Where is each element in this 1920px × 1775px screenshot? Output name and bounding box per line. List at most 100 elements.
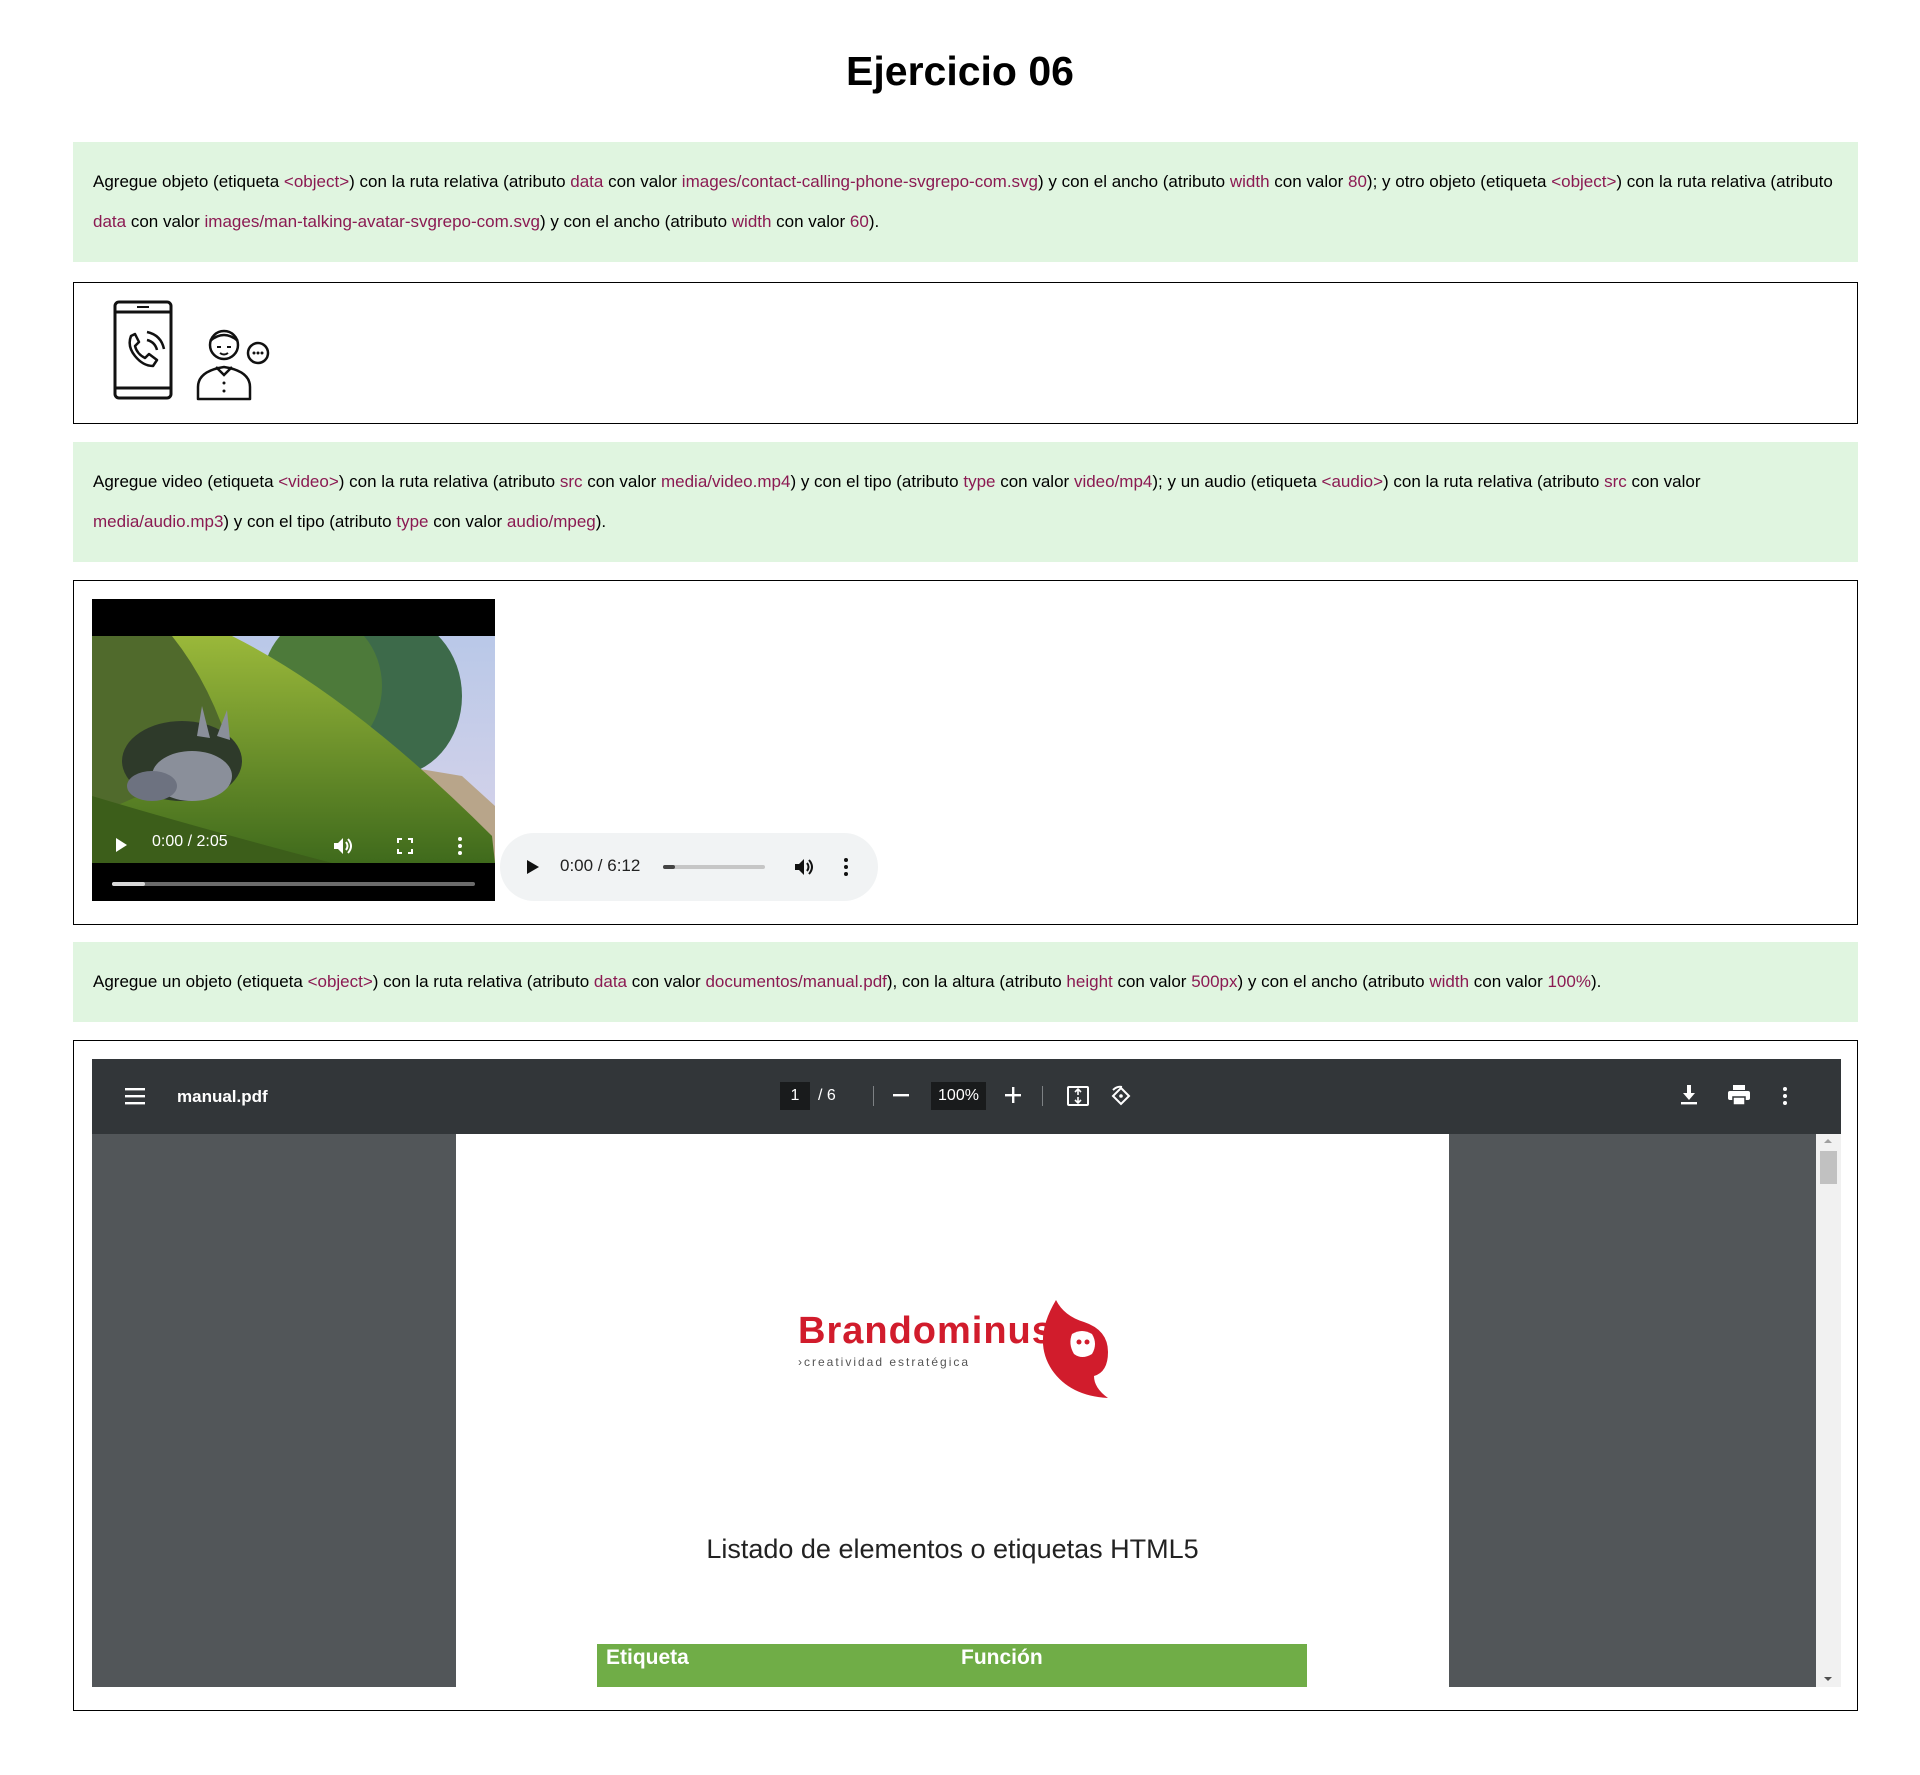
note-text: con valor bbox=[1626, 472, 1701, 491]
toolbar-divider bbox=[873, 1086, 874, 1106]
note-keyword: height bbox=[1066, 972, 1113, 991]
pdf-demo-box: manual.pdf 1 / 6 100% Brandominus ›creat… bbox=[73, 1040, 1858, 1711]
note-text: ) y con el ancho (atributo bbox=[1038, 172, 1230, 191]
note-keyword: media/audio.mp3 bbox=[93, 512, 224, 531]
note-text: ) y con el tipo (atributo bbox=[223, 512, 397, 531]
more-options-icon[interactable] bbox=[1782, 1086, 1788, 1106]
brand-logo-tagline: ›creatividad estratégica bbox=[798, 1355, 971, 1369]
note-text: con valor bbox=[582, 472, 661, 491]
zoom-out-icon[interactable] bbox=[893, 1094, 909, 1098]
pdf-toolbar: manual.pdf 1 / 6 100% bbox=[92, 1059, 1841, 1134]
instruction-note-media: Agregue video (etiqueta <video>) con la … bbox=[73, 442, 1858, 562]
zoom-in-icon[interactable] bbox=[1005, 1087, 1021, 1103]
play-icon[interactable] bbox=[114, 837, 128, 853]
video-progress-fill bbox=[112, 882, 145, 886]
audio-player[interactable]: 0:00 / 6:12 bbox=[500, 833, 878, 901]
note-text: ), con la altura (atributo bbox=[886, 972, 1067, 991]
note-keyword: width bbox=[1429, 972, 1470, 991]
note-keyword: 80 bbox=[1347, 172, 1367, 191]
note-text: ) con la ruta relativa (atributo bbox=[1383, 472, 1605, 491]
volume-icon[interactable] bbox=[793, 857, 815, 877]
note-keyword: 100% bbox=[1547, 972, 1591, 991]
instruction-note-pdf: Agregue un objeto (etiqueta <object>) co… bbox=[73, 942, 1858, 1022]
audio-time: 0:00 / 6:12 bbox=[560, 856, 641, 875]
note-text: ) y con el ancho (atributo bbox=[539, 212, 732, 231]
note-keyword: <object> bbox=[1551, 172, 1617, 191]
note-keyword: images/man-talking-avatar-svgrepo-com.sv… bbox=[204, 212, 540, 231]
instruction-note-objects: Agregue objeto (etiqueta <object>) con l… bbox=[73, 142, 1858, 262]
pdf-scrollbar[interactable] bbox=[1816, 1134, 1841, 1687]
note-text: Agregue video (etiqueta bbox=[93, 472, 279, 491]
man-talking-avatar-icon bbox=[196, 329, 270, 401]
pdf-document-heading: Listado de elementos o etiquetas HTML5 bbox=[706, 1534, 1199, 1564]
gorilla-logo-icon bbox=[1042, 1300, 1108, 1398]
note-keyword: 500px bbox=[1191, 972, 1238, 991]
fullscreen-icon[interactable] bbox=[397, 838, 413, 854]
more-options-icon[interactable] bbox=[843, 857, 849, 877]
note-text: con valor bbox=[627, 972, 706, 991]
note-text: ). bbox=[1590, 972, 1602, 991]
print-icon[interactable] bbox=[1728, 1085, 1750, 1105]
note-keyword: images/contact-calling-phone-svgrepo-com… bbox=[681, 172, 1039, 191]
note-text: con valor bbox=[1469, 972, 1548, 991]
phone-call-icon bbox=[113, 300, 173, 400]
note-keyword: data bbox=[93, 212, 127, 231]
fit-page-icon[interactable] bbox=[1067, 1086, 1089, 1106]
note-keyword: <object> bbox=[283, 172, 350, 191]
note-text: ) con la ruta relativa (atributo bbox=[338, 472, 560, 491]
note-text: con valor bbox=[603, 172, 682, 191]
note-keyword: documentos/manual.pdf bbox=[705, 972, 887, 991]
objects-demo-box bbox=[73, 282, 1858, 424]
brand-logo-wordmark: Brandominus bbox=[798, 1310, 1054, 1352]
pdf-filename: manual.pdf bbox=[177, 1087, 268, 1106]
note-keyword: <video> bbox=[278, 472, 339, 491]
note-text: con valor bbox=[771, 212, 850, 231]
note-text: ). bbox=[868, 212, 880, 231]
note-text: Agregue objeto (etiqueta bbox=[93, 172, 284, 191]
video-progress-bar[interactable] bbox=[112, 882, 475, 886]
note-keyword: <object> bbox=[307, 972, 373, 991]
scroll-up-icon[interactable] bbox=[1823, 1137, 1833, 1145]
note-text: con valor bbox=[995, 472, 1074, 491]
note-keyword: audio/mpeg bbox=[506, 512, 596, 531]
note-keyword: src bbox=[559, 472, 583, 491]
table-header-cell: Función bbox=[961, 1646, 1043, 1669]
note-keyword: data bbox=[593, 972, 627, 991]
note-text: ) y con el tipo (atributo bbox=[790, 472, 964, 491]
more-options-icon[interactable] bbox=[457, 836, 463, 856]
pdf-viewer[interactable]: manual.pdf 1 / 6 100% Brandominus ›creat… bbox=[92, 1059, 1841, 1687]
menu-icon[interactable] bbox=[125, 1087, 145, 1105]
note-keyword: width bbox=[1229, 172, 1270, 191]
note-keyword: type bbox=[963, 472, 996, 491]
volume-icon[interactable] bbox=[332, 836, 354, 856]
pdf-scrollbar-thumb[interactable] bbox=[1820, 1151, 1837, 1184]
pdf-page: Brandominus ›creatividad estratégica Lis… bbox=[456, 1134, 1449, 1687]
note-text: ) con la ruta relativa (atributo bbox=[372, 972, 594, 991]
table-header-cell: Etiqueta bbox=[606, 1646, 689, 1669]
pdf-table-header: Etiqueta Función bbox=[597, 1644, 1307, 1687]
note-text: con valor bbox=[126, 212, 205, 231]
note-text: Agregue un objeto (etiqueta bbox=[93, 972, 308, 991]
video-time: 0:00 / 2:05 bbox=[152, 833, 228, 850]
audio-progress-bar[interactable] bbox=[663, 865, 765, 869]
page-title: Ejercicio 06 bbox=[846, 48, 1074, 94]
video-player[interactable]: 0:00 / 2:05 bbox=[92, 599, 495, 901]
note-keyword: media/video.mp4 bbox=[660, 472, 791, 491]
note-keyword: 60 bbox=[849, 212, 869, 231]
scroll-down-icon[interactable] bbox=[1823, 1675, 1833, 1683]
rotate-icon[interactable] bbox=[1110, 1085, 1132, 1107]
note-text: ) con la ruta relativa (atributo bbox=[1616, 172, 1833, 191]
note-text: con valor bbox=[428, 512, 507, 531]
note-keyword: data bbox=[570, 172, 604, 191]
note-keyword: width bbox=[731, 212, 772, 231]
media-demo-box: 0:00 / 2:05 0:00 / 6:12 bbox=[73, 580, 1858, 925]
video-controls: 0:00 / 2:05 bbox=[92, 821, 495, 901]
note-text: ); y otro objeto (etiqueta bbox=[1366, 172, 1552, 191]
note-keyword: video/mp4 bbox=[1073, 472, 1153, 491]
download-icon[interactable] bbox=[1680, 1085, 1698, 1105]
play-icon[interactable] bbox=[526, 859, 540, 875]
zoom-level[interactable]: 100% bbox=[931, 1082, 986, 1110]
page-total: / 6 bbox=[818, 1087, 836, 1104]
audio-progress-fill bbox=[663, 865, 676, 869]
page-number-input[interactable]: 1 bbox=[780, 1082, 810, 1110]
